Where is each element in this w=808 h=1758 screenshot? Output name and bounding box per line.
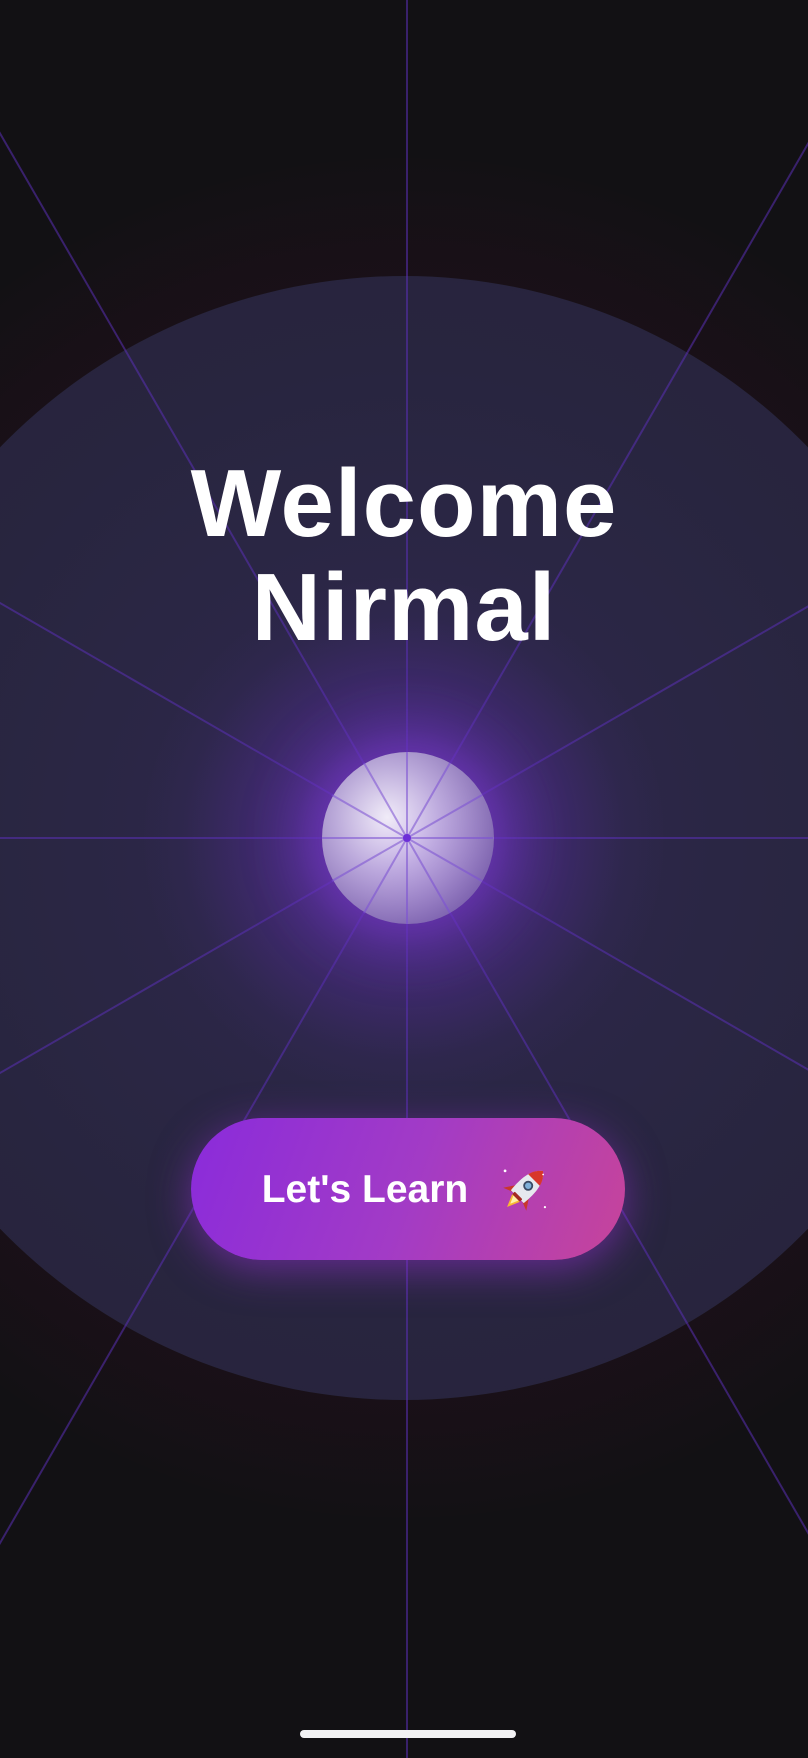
- center-orb: [322, 752, 494, 924]
- lets-learn-button[interactable]: Let's Learn: [191, 1118, 625, 1260]
- home-indicator[interactable]: [300, 1730, 516, 1738]
- welcome-title: Welcome Nirmal: [0, 452, 808, 660]
- welcome-line-1: Welcome: [190, 450, 618, 557]
- lets-learn-label: Let's Learn: [261, 1167, 469, 1211]
- rocket-icon: [496, 1160, 554, 1218]
- welcome-name: Nirmal: [251, 554, 557, 661]
- welcome-screen: Welcome Nirmal Let's Learn: [0, 0, 808, 1758]
